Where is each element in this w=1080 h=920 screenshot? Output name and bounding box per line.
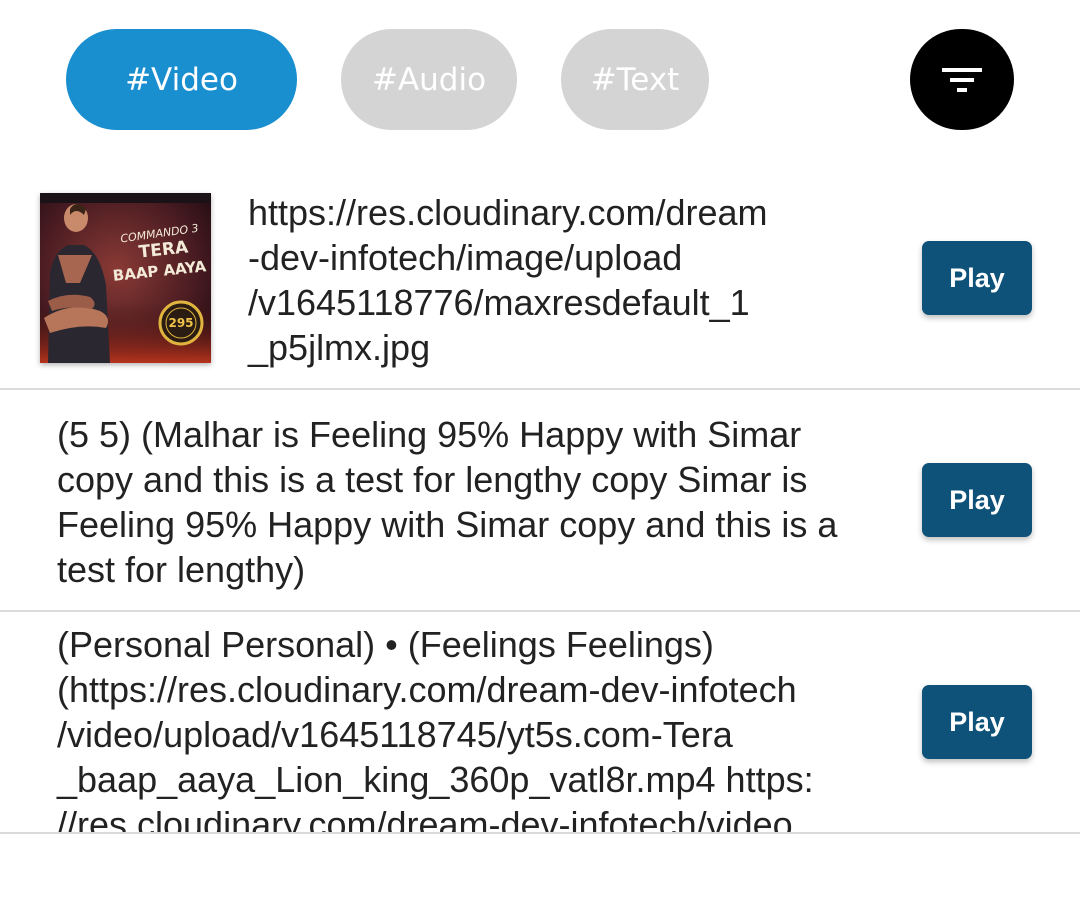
filter-bar: #Video #Audio #Text: [0, 29, 1080, 130]
play-button[interactable]: Play: [922, 241, 1032, 315]
audio-filter-chip[interactable]: #Audio: [341, 29, 517, 130]
video-filter-chip[interactable]: #Video: [66, 29, 297, 130]
item-text: (5 5) (Malhar is Feeling 95% Happy with …: [57, 414, 838, 590]
list-item: (5 5) (Malhar is Feeling 95% Happy with …: [0, 390, 1080, 612]
text-filter-chip[interactable]: #Text: [561, 29, 709, 130]
item-text: (Personal Personal) • (Feelings Feelings…: [57, 624, 814, 834]
filter-button[interactable]: [910, 29, 1014, 130]
list-item: (Personal Personal) • (Feelings Feelings…: [0, 612, 1080, 834]
video-thumbnail: COMMANDO 3 TERA BAAP AAYA 295: [40, 193, 211, 363]
filter-list-icon: [942, 67, 982, 92]
play-button[interactable]: Play: [922, 685, 1032, 759]
item-text: https://res.cloudinary.com/dream -dev-in…: [248, 192, 768, 368]
list-item: COMMANDO 3 TERA BAAP AAYA 295 https://re…: [0, 170, 1080, 390]
thumbnail-badge: 295: [168, 316, 193, 330]
play-button[interactable]: Play: [922, 463, 1032, 537]
